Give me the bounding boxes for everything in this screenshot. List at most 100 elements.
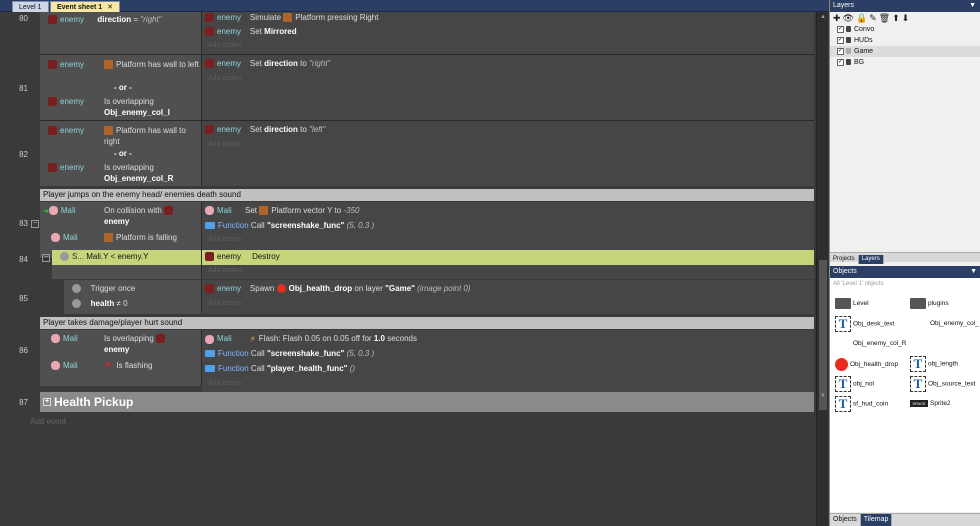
object-item[interactable]: Tobj_nol	[835, 376, 874, 392]
tab-event-sheet-1[interactable]: Event sheet 1 ✕	[50, 1, 121, 12]
checkbox-icon[interactable]: ✓	[837, 36, 844, 44]
event-sheet[interactable]: 80 enemy direction = "right" enemy Simul…	[0, 12, 828, 526]
layer-item[interactable]: ✓ BG	[830, 57, 980, 68]
event-84-spacer	[52, 265, 202, 279]
enemy-icon	[48, 60, 57, 70]
dropdown-icon[interactable]: ▼	[970, 266, 977, 278]
event-82-conditions[interactable]: enemy Platform has wall to right - or - …	[40, 121, 202, 186]
line-number: 82	[19, 150, 28, 159]
event-84-conditions[interactable]: S... Mali.Y < enemy.Y	[52, 250, 202, 265]
add-event-button[interactable]: Add event	[30, 417, 66, 426]
scrollbar-thumb[interactable]	[819, 260, 827, 410]
collapse-toggle[interactable]: −	[42, 254, 50, 262]
event-84-add-row: Add action	[202, 265, 814, 279]
group-health-pickup[interactable]: + Health Pickup	[40, 392, 814, 412]
object-item[interactable]: Obj_enemy_col_R	[853, 340, 906, 347]
checkbox-icon[interactable]: ✓	[837, 25, 844, 33]
enemy-icon	[156, 334, 166, 344]
event-81-actions[interactable]: enemy Set direction to "right" Add actio…	[202, 55, 814, 120]
object-item[interactable]: plugins	[910, 298, 949, 309]
trigger-arrow-icon: ➜	[43, 208, 49, 215]
text-object-icon: T	[910, 356, 926, 372]
comment[interactable]: Player jumps on the enemy head/ enemies …	[40, 189, 814, 201]
event-85-conditions[interactable]: Trigger once health ≠ 0	[64, 280, 202, 314]
vertical-scrollbar[interactable]: ▲ ▼	[816, 12, 828, 526]
comment[interactable]: Player takes damage/player hurt sound	[40, 317, 814, 329]
function-icon	[205, 365, 215, 373]
close-icon[interactable]: ✕	[107, 4, 113, 11]
red-ball-icon	[835, 358, 848, 371]
object-item[interactable]: Tsf_hud_coin	[835, 396, 888, 412]
mali-icon	[205, 334, 214, 344]
layer-item-selected[interactable]: ✓ Game	[830, 46, 980, 57]
platform-icon	[104, 233, 113, 243]
checkbox-icon[interactable]: ✓	[837, 47, 844, 55]
event-82-actions[interactable]: enemy Set direction to "left" Add action	[202, 121, 814, 186]
add-action-button[interactable]: Add action	[208, 42, 241, 49]
add-action-button[interactable]: Add action	[208, 380, 241, 387]
object-item[interactable]: Level	[835, 298, 869, 309]
add-action-button[interactable]: Add action	[208, 300, 241, 307]
add-action-button[interactable]: Add action	[208, 75, 241, 82]
enemy-icon	[164, 206, 174, 216]
tab-layers[interactable]: Layers	[858, 255, 884, 264]
event-84-actions[interactable]: enemy Destroy	[202, 250, 814, 265]
line-number: 85	[19, 294, 28, 303]
expand-toggle[interactable]: +	[43, 398, 51, 406]
document-tab-bar: Level 1 Event sheet 1 ✕	[0, 0, 828, 12]
system-icon	[60, 252, 69, 262]
lock-icon[interactable]	[846, 59, 851, 66]
event-86-conditions[interactable]: Mali Is overlapping enemy Mali ✕ Is flash…	[40, 330, 202, 386]
lock-icon[interactable]	[846, 26, 851, 33]
mali-icon	[51, 233, 60, 243]
folder-icon	[835, 298, 851, 309]
objects-list[interactable]: All 'Level 1' objects Level plugins T Obj…	[830, 278, 980, 512]
tab-objects[interactable]: Objects	[830, 514, 861, 526]
dropdown-icon[interactable]: ▼	[969, 0, 976, 12]
objects-filter[interactable]: All 'Level 1' objects	[830, 278, 980, 290]
collapse-toggle[interactable]: −	[31, 220, 39, 228]
line-number: 84	[19, 255, 28, 264]
mali-icon	[48, 206, 58, 216]
tab-projects[interactable]: Projects	[830, 255, 859, 264]
layer-item[interactable]: ✓ HUDs	[830, 35, 980, 46]
platform-icon	[259, 206, 269, 216]
mali-icon	[51, 334, 60, 344]
object-item[interactable]: Tobj_length	[910, 356, 958, 372]
line-number: 86	[19, 346, 28, 355]
objects-panel-header: Objects ▼	[830, 266, 980, 278]
scroll-up-icon[interactable]: ▲	[819, 13, 827, 21]
line-number: 87	[19, 398, 28, 407]
layer-toolbar[interactable]: ✚👁🔒✎🗑⬆⬇	[830, 12, 980, 24]
mali-icon	[51, 361, 60, 371]
health-drop-icon	[276, 284, 286, 294]
scroll-down-icon[interactable]: ▼	[819, 392, 827, 400]
enemy-icon	[205, 252, 214, 262]
object-item[interactable]: Obj_enemy_col_	[930, 320, 979, 327]
event-81-conditions[interactable]: enemy Platform has wall to left - or - e…	[40, 55, 202, 120]
object-item[interactable]: T Obj_desk_text	[835, 316, 895, 332]
mali-icon	[205, 206, 214, 216]
lock-icon[interactable]	[846, 37, 851, 44]
panel-tabs: Projects Layers	[830, 252, 980, 264]
text-object-icon: T	[835, 376, 851, 392]
layer-item[interactable]: ✓ Convo	[830, 24, 980, 35]
tab-tilemap[interactable]: Tilemap	[860, 514, 893, 526]
object-item[interactable]: T Obj_source_text	[910, 376, 975, 392]
platform-icon	[104, 60, 113, 70]
object-item[interactable]: Obj_health_drop	[835, 358, 898, 371]
add-action-button[interactable]: Add action	[208, 267, 241, 274]
lock-icon[interactable]	[846, 48, 851, 55]
checkbox-icon[interactable]: ✓	[837, 58, 844, 66]
event-80-actions[interactable]: enemy Simulate Platform pressing Right e…	[202, 12, 814, 54]
enemy-icon	[48, 126, 57, 136]
object-item[interactable]: SPACE Sprite2	[910, 400, 951, 407]
invert-x-icon: ✕	[104, 360, 113, 371]
add-action-button[interactable]: Add action	[208, 236, 241, 243]
tab-level-1[interactable]: Level 1	[12, 1, 49, 12]
system-icon	[72, 299, 81, 309]
line-number: 81	[19, 84, 28, 93]
event-80-conditions[interactable]: enemy direction = "right"	[40, 12, 202, 54]
event-85-actions[interactable]: enemy Spawn Obj_health_drop on layer "Ga…	[202, 280, 814, 314]
add-action-button[interactable]: Add action	[208, 141, 241, 148]
